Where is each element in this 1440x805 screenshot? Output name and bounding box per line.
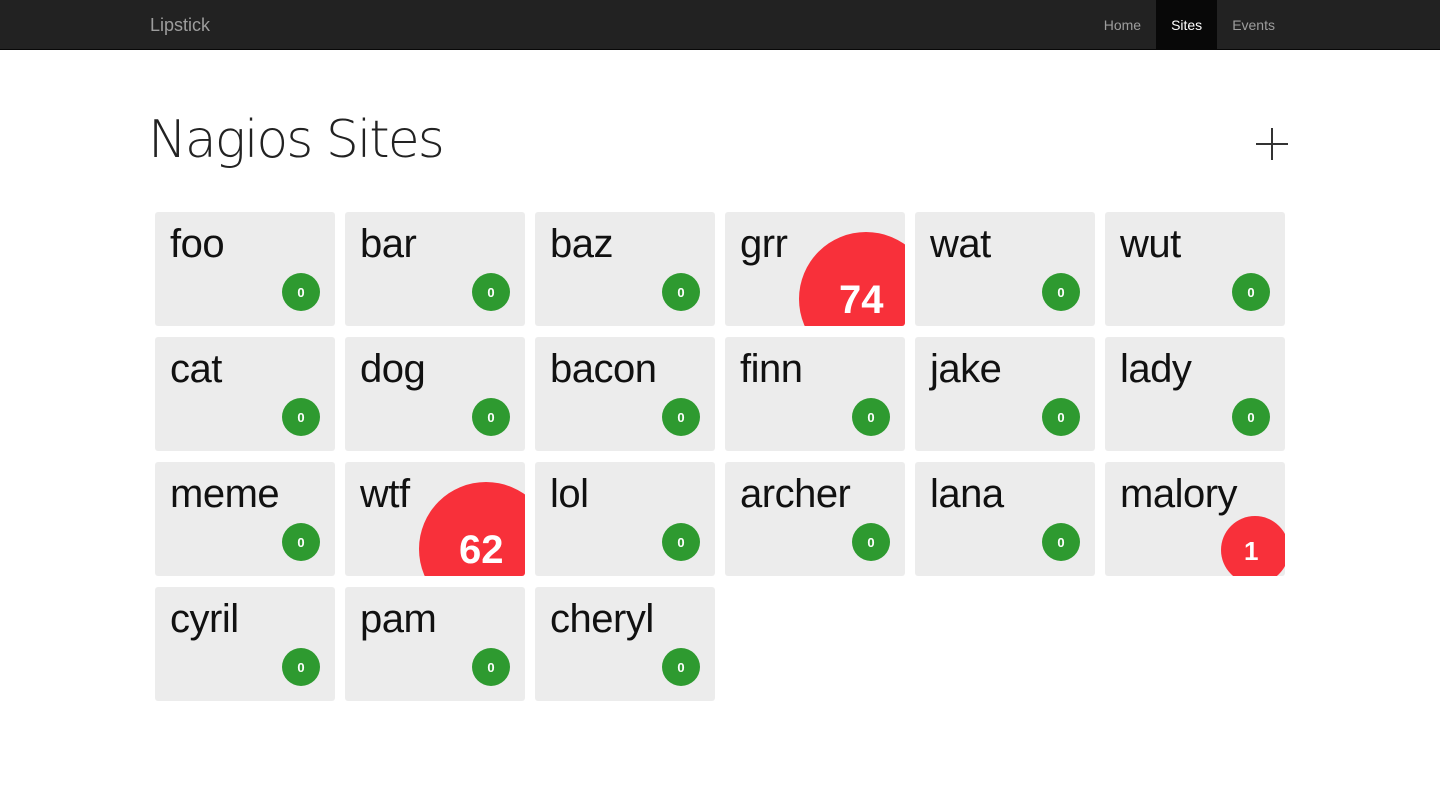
problem-count-badge: 0 bbox=[282, 398, 320, 436]
site-name: meme bbox=[170, 472, 280, 516]
problem-count-badge: 0 bbox=[472, 648, 510, 686]
site-tile[interactable]: lol 0 bbox=[535, 462, 715, 576]
problem-count-badge: 0 bbox=[282, 273, 320, 311]
site-name: pam bbox=[360, 597, 437, 641]
problem-count-badge: 0 bbox=[662, 523, 700, 561]
site-tile[interactable]: grr 74 bbox=[725, 212, 905, 326]
site-name: grr bbox=[740, 222, 788, 266]
site-tile[interactable]: cat 0 bbox=[155, 337, 335, 451]
problem-count-badge: 1 bbox=[1221, 516, 1285, 576]
site-tile[interactable]: malory 1 bbox=[1105, 462, 1285, 576]
problem-count-badge: 0 bbox=[1232, 398, 1270, 436]
site-name: lol bbox=[550, 472, 589, 516]
site-tile[interactable]: lana 0 bbox=[915, 462, 1095, 576]
site-tile[interactable]: foo 0 bbox=[155, 212, 335, 326]
problem-count-badge: 0 bbox=[662, 398, 700, 436]
site-name: wut bbox=[1120, 222, 1181, 266]
navbar: Lipstick Home Sites Events bbox=[0, 0, 1440, 50]
site-tile[interactable]: cyril 0 bbox=[155, 587, 335, 701]
problem-count-badge: 0 bbox=[1042, 273, 1080, 311]
problem-count-badge: 0 bbox=[852, 523, 890, 561]
nav-item-sites[interactable]: Sites bbox=[1156, 0, 1218, 50]
brand-link[interactable]: Lipstick bbox=[150, 0, 210, 50]
site-name: bar bbox=[360, 222, 417, 266]
site-name: baz bbox=[550, 222, 614, 266]
site-name: malory bbox=[1120, 472, 1238, 516]
site-name: jake bbox=[930, 347, 1002, 391]
site-name: wat bbox=[930, 222, 991, 266]
site-tile[interactable]: dog 0 bbox=[345, 337, 525, 451]
site-tile[interactable]: bar 0 bbox=[345, 212, 525, 326]
site-tile[interactable]: jake 0 bbox=[915, 337, 1095, 451]
site-name: lady bbox=[1120, 347, 1192, 391]
site-tile[interactable]: cheryl 0 bbox=[535, 587, 715, 701]
site-name: wtf bbox=[360, 472, 410, 516]
nav-menu: Home Sites Events bbox=[1089, 0, 1290, 50]
site-tile[interactable]: meme 0 bbox=[155, 462, 335, 576]
site-name: finn bbox=[740, 347, 803, 391]
problem-count-badge: 0 bbox=[472, 398, 510, 436]
problem-count-badge: 0 bbox=[662, 273, 700, 311]
site-name: dog bbox=[360, 347, 426, 391]
site-tile[interactable]: baz 0 bbox=[535, 212, 715, 326]
nav-item-home[interactable]: Home bbox=[1089, 0, 1156, 50]
site-tile[interactable]: finn 0 bbox=[725, 337, 905, 451]
site-tile[interactable]: archer 0 bbox=[725, 462, 905, 576]
problem-count-badge: 0 bbox=[1232, 273, 1270, 311]
site-tile[interactable]: wtf 62 bbox=[345, 462, 525, 576]
site-name: cheryl bbox=[550, 597, 654, 641]
nav-item-events[interactable]: Events bbox=[1217, 0, 1290, 50]
problem-count-badge: 74 bbox=[799, 232, 905, 326]
problem-count-badge: 62 bbox=[419, 482, 525, 576]
site-name: lana bbox=[930, 472, 1004, 516]
problem-count-badge: 0 bbox=[282, 523, 320, 561]
problem-count-badge: 0 bbox=[1042, 398, 1080, 436]
site-name: cyril bbox=[170, 597, 239, 641]
site-tile[interactable]: lady 0 bbox=[1105, 337, 1285, 451]
site-name: bacon bbox=[550, 347, 657, 391]
site-tile[interactable]: wut 0 bbox=[1105, 212, 1285, 326]
site-tile[interactable]: pam 0 bbox=[345, 587, 525, 701]
site-name: archer bbox=[740, 472, 851, 516]
problem-count-badge: 0 bbox=[662, 648, 700, 686]
site-tile[interactable]: bacon 0 bbox=[535, 337, 715, 451]
site-name: foo bbox=[170, 222, 225, 266]
problem-count-badge: 0 bbox=[282, 648, 320, 686]
problem-count-badge: 0 bbox=[472, 273, 510, 311]
add-site-button[interactable] bbox=[1256, 128, 1288, 160]
page-title: Nagios Sites bbox=[148, 110, 445, 170]
problem-count-badge: 0 bbox=[852, 398, 890, 436]
site-name: cat bbox=[170, 347, 222, 391]
site-tile[interactable]: wat 0 bbox=[915, 212, 1095, 326]
problem-count-badge: 0 bbox=[1042, 523, 1080, 561]
